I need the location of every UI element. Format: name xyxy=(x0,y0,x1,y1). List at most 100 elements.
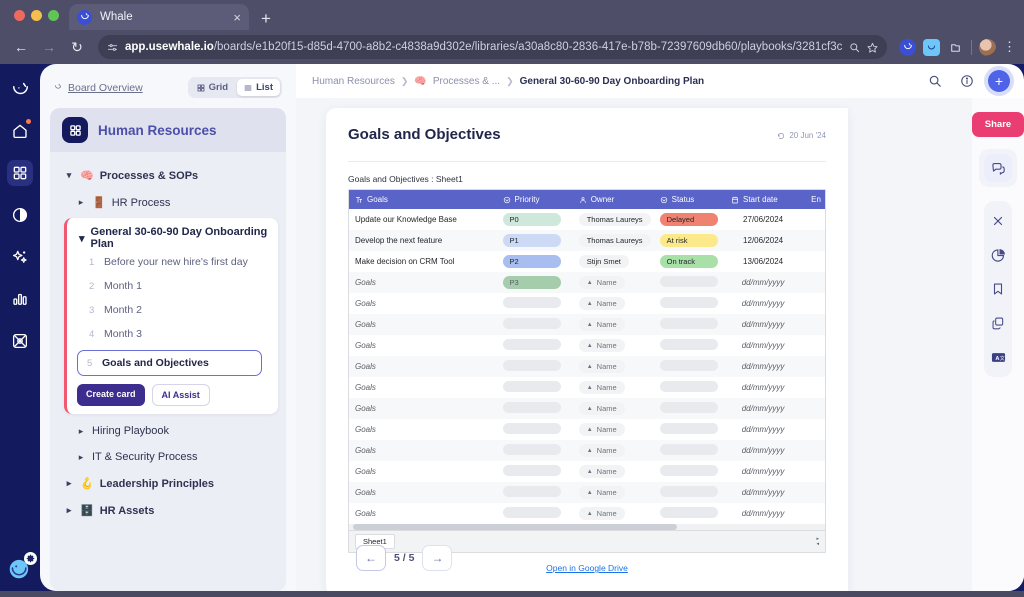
table-row[interactable]: Goals▲Namedd/mm/yyyy xyxy=(349,314,825,335)
sidebar-item-hr-assets[interactable]: ▸ 🗄️ HR Assets xyxy=(56,497,280,524)
table-row[interactable]: GoalsP3▲Namedd/mm/yyyy xyxy=(349,272,825,293)
cell-end-date[interactable] xyxy=(801,356,825,377)
gear-icon[interactable] xyxy=(24,552,37,565)
cell-owner[interactable]: ▲Name xyxy=(573,398,654,419)
cell-priority[interactable] xyxy=(497,461,573,482)
info-icon[interactable] xyxy=(956,70,978,92)
cell-end-date[interactable] xyxy=(801,482,825,503)
contrast-icon[interactable] xyxy=(7,202,33,228)
cell-priority[interactable]: P2 xyxy=(497,251,573,272)
address-bar[interactable]: app.usewhale.io/boards/e1b20f15-d85d-470… xyxy=(98,35,887,59)
table-row[interactable]: Goals▲Namedd/mm/yyyy xyxy=(349,419,825,440)
tab-organizer-icon[interactable] xyxy=(947,39,964,56)
column-header-priority[interactable]: Priority xyxy=(497,190,573,209)
cell-goal[interactable]: Goals xyxy=(349,356,497,377)
cell-owner[interactable]: ▲Name xyxy=(573,461,654,482)
cell-priority[interactable] xyxy=(497,377,573,398)
translate-icon[interactable]: A文 xyxy=(984,343,1012,371)
cell-owner[interactable]: Stijn Smet xyxy=(573,251,654,272)
cell-goal[interactable]: Make decision on CRM Tool xyxy=(349,251,497,272)
cell-status[interactable] xyxy=(654,398,725,419)
cell-owner[interactable]: ▲Name xyxy=(573,377,654,398)
cell-priority[interactable] xyxy=(497,398,573,419)
cell-goal[interactable]: Goals xyxy=(349,377,497,398)
cell-end-date[interactable] xyxy=(801,440,825,461)
copy-icon[interactable] xyxy=(984,309,1012,337)
cell-goal[interactable]: Goals xyxy=(349,482,497,503)
cell-priority[interactable] xyxy=(497,503,573,524)
cell-owner[interactable]: ▲Name xyxy=(573,356,654,377)
blue-extension-icon[interactable] xyxy=(923,39,940,56)
cell-end-date[interactable] xyxy=(801,419,825,440)
cell-start-date[interactable]: dd/mm/yyyy xyxy=(725,419,801,440)
cell-priority[interactable] xyxy=(497,440,573,461)
sidebar-item-hr-process[interactable]: ▸ 🚪 HR Process xyxy=(56,189,280,216)
tune-icon[interactable] xyxy=(107,42,118,53)
cell-end-date[interactable] xyxy=(801,293,825,314)
column-header-owner[interactable]: Owner xyxy=(573,190,654,209)
playbook-title[interactable]: ▾ General 30-60-90 Day Onboarding Plan xyxy=(67,226,272,250)
close-window-button[interactable] xyxy=(14,10,25,21)
cell-start-date[interactable]: 13/06/2024 xyxy=(725,251,801,272)
list-item[interactable]: 2 Month 1 xyxy=(67,274,272,298)
cell-owner[interactable]: ▲Name xyxy=(573,503,654,524)
comments-icon[interactable] xyxy=(984,154,1012,182)
reload-button[interactable]: ↻ xyxy=(64,34,90,60)
whale-avatar-with-gear[interactable] xyxy=(7,555,33,581)
cell-start-date[interactable]: dd/mm/yyyy xyxy=(725,314,801,335)
cell-start-date[interactable]: dd/mm/yyyy xyxy=(725,335,801,356)
breadcrumb-item-workspace[interactable]: Human Resources xyxy=(312,76,395,87)
cell-status[interactable]: Delayed xyxy=(654,209,725,230)
table-row[interactable]: Goals ▲Name dd/mm/yyyy xyxy=(349,356,825,377)
bar-chart-icon[interactable] xyxy=(7,286,33,312)
cell-goal[interactable]: Goals xyxy=(349,272,497,293)
create-card-button[interactable]: Create card xyxy=(77,384,145,406)
sidebar-item-leadership-principles[interactable]: ▸ 🪝 Leadership Principles xyxy=(56,470,280,497)
cell-owner[interactable]: Thomas Laureys xyxy=(573,230,654,251)
cell-end-date[interactable] xyxy=(801,335,825,356)
spreadsheet-embed[interactable]: Goals Priority Owner Status Start date E… xyxy=(348,189,826,553)
back-button[interactable]: ← xyxy=(8,34,34,60)
sidebar-item-hiring-playbook[interactable]: ▸ Hiring Playbook xyxy=(56,418,280,444)
cell-owner[interactable]: ▲Name xyxy=(573,440,654,461)
search-icon[interactable] xyxy=(849,42,860,53)
cell-owner[interactable]: ▲Name xyxy=(573,335,654,356)
sidebar-item-processes-sops[interactable]: ▾ 🧠 Processes & SOPs xyxy=(56,162,280,189)
window-controls[interactable] xyxy=(10,0,69,30)
cell-end-date[interactable] xyxy=(801,314,825,335)
grid-icon[interactable] xyxy=(7,160,33,186)
cell-status[interactable] xyxy=(654,377,725,398)
table-row[interactable]: Update our Knowledge BaseP0Thomas Laurey… xyxy=(349,209,825,230)
cell-goal[interactable]: Goals xyxy=(349,419,497,440)
cell-status[interactable] xyxy=(654,314,725,335)
cell-end-date[interactable] xyxy=(801,398,825,419)
browser-menu-button[interactable]: ⋮ xyxy=(1003,39,1016,55)
cell-status[interactable] xyxy=(654,272,725,293)
chevron-right-icon[interactable]: ▸ xyxy=(64,505,74,516)
sheet-scroll-arrows[interactable]: ▸◂ xyxy=(816,537,819,547)
cell-goal[interactable]: Goals xyxy=(349,314,497,335)
bookmark-icon[interactable] xyxy=(984,275,1012,303)
cell-status[interactable] xyxy=(654,356,725,377)
ai-assist-button[interactable]: AI Assist xyxy=(152,384,210,406)
cell-priority[interactable] xyxy=(497,314,573,335)
share-button[interactable]: Share xyxy=(972,112,1024,137)
table-row[interactable]: Goals▲Namedd/mm/yyyy xyxy=(349,461,825,482)
cell-status[interactable] xyxy=(654,440,725,461)
cell-start-date[interactable]: 12/06/2024 xyxy=(725,230,801,251)
cell-owner[interactable]: ▲Name xyxy=(573,293,654,314)
cell-end-date[interactable] xyxy=(801,230,825,251)
chevron-right-icon[interactable]: ▸ xyxy=(64,478,74,489)
cell-start-date[interactable]: dd/mm/yyyy xyxy=(725,356,801,377)
table-row[interactable]: Goals▲Namedd/mm/yyyy xyxy=(349,335,825,356)
cell-goal[interactable]: Goals xyxy=(349,440,497,461)
cell-priority[interactable]: P0 xyxy=(497,209,573,230)
column-header-status[interactable]: Status xyxy=(654,190,725,209)
cell-status[interactable] xyxy=(654,482,725,503)
cell-goal[interactable]: Goals xyxy=(349,461,497,482)
maximize-window-button[interactable] xyxy=(48,10,59,21)
cell-start-date[interactable]: dd/mm/yyyy xyxy=(725,503,801,524)
cell-start-date[interactable]: dd/mm/yyyy xyxy=(725,440,801,461)
chevron-down-icon[interactable]: ▾ xyxy=(64,170,74,181)
network-icon[interactable] xyxy=(7,328,33,354)
